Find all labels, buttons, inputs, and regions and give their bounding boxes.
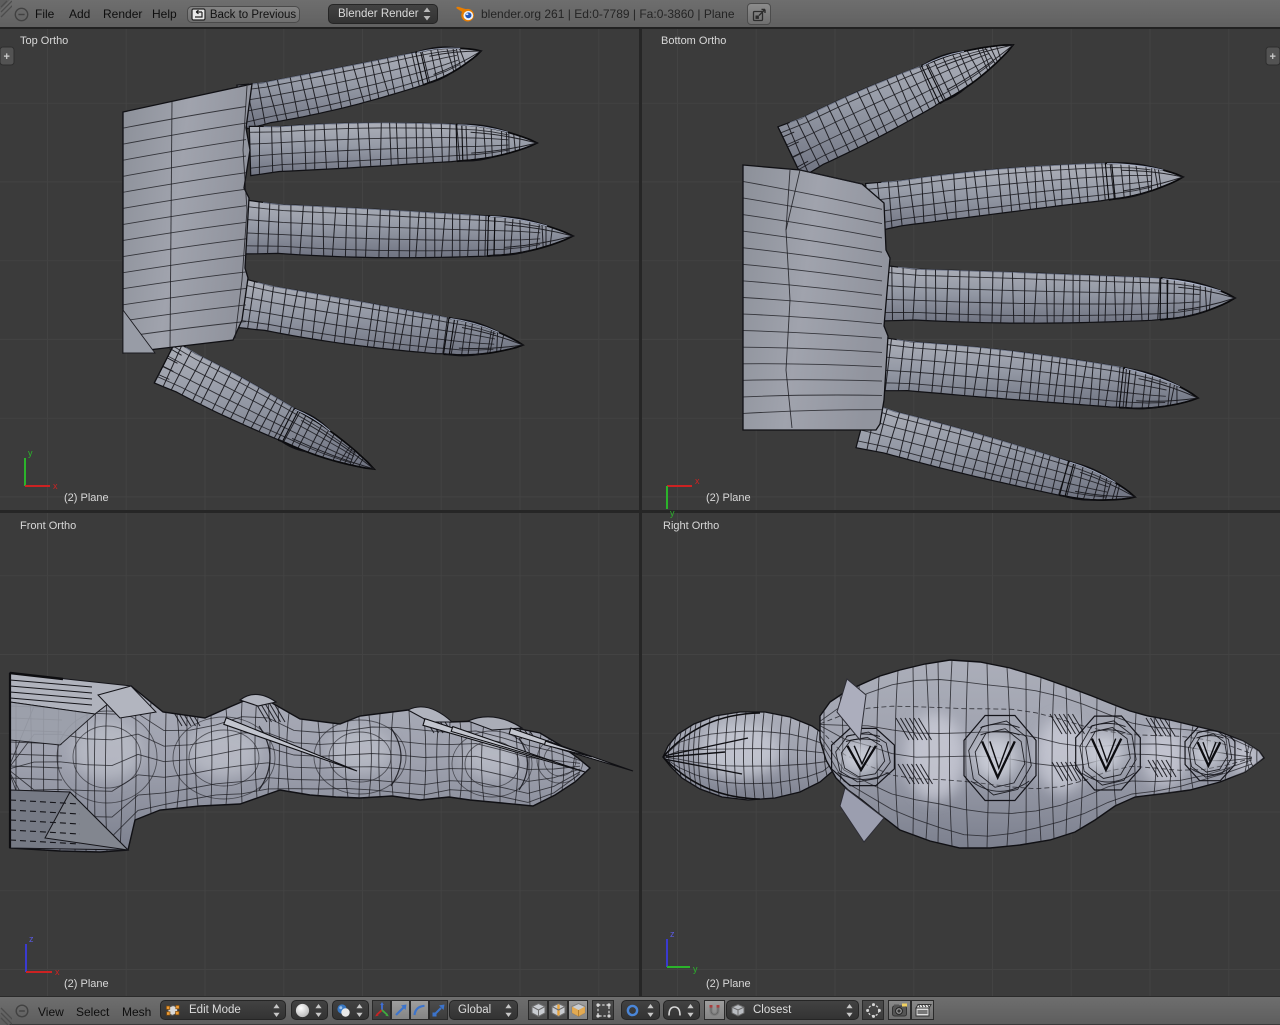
- svg-text:(2) Plane: (2) Plane: [706, 492, 751, 504]
- svg-text:(2) Plane: (2) Plane: [64, 978, 109, 990]
- svg-text:x: x: [695, 476, 700, 486]
- svg-text:y: y: [693, 964, 698, 974]
- svg-text:(2) Plane: (2) Plane: [64, 492, 109, 504]
- svg-text:(2) Plane: (2) Plane: [706, 978, 751, 990]
- svg-text:+: +: [1270, 51, 1276, 63]
- svg-text:z: z: [670, 929, 675, 939]
- svg-text:y: y: [670, 508, 675, 518]
- svg-text:Top Ortho: Top Ortho: [20, 35, 68, 47]
- svg-text:Right Ortho: Right Ortho: [663, 520, 719, 532]
- svg-text:Bottom Ortho: Bottom Ortho: [661, 35, 726, 47]
- svg-text:y: y: [28, 448, 33, 458]
- svg-text:+: +: [4, 51, 10, 63]
- svg-text:x: x: [55, 967, 60, 977]
- svg-text:x: x: [53, 481, 58, 491]
- svg-text:z: z: [29, 934, 34, 944]
- svg-text:Front Ortho: Front Ortho: [20, 520, 76, 532]
